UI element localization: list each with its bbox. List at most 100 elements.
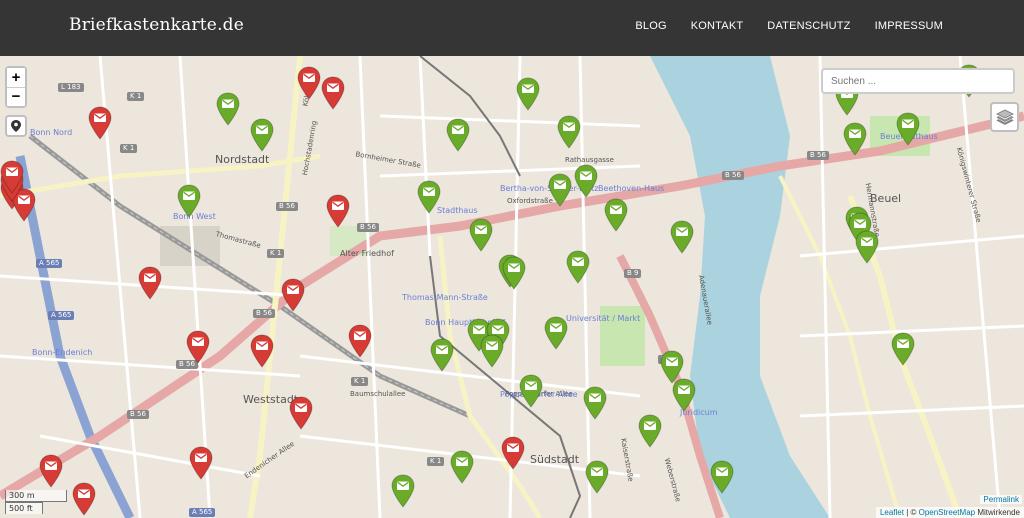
mailbox-marker-green[interactable] <box>446 118 470 152</box>
mailbox-marker-green[interactable] <box>544 316 568 350</box>
layers-button[interactable] <box>990 102 1019 132</box>
envelope-pin-icon <box>557 115 581 149</box>
leaflet-link[interactable]: Leaflet <box>880 508 904 517</box>
road-ref-label: K 1 <box>267 249 285 258</box>
poi-label: Bonn Nord <box>30 128 73 137</box>
envelope-pin-icon <box>189 446 213 480</box>
locate-button[interactable] <box>5 115 27 137</box>
mailbox-marker-green[interactable] <box>585 460 609 494</box>
scale-metric: 300 m <box>5 490 67 502</box>
mailbox-marker-green[interactable] <box>638 414 662 448</box>
envelope-pin-icon <box>72 482 96 516</box>
mailbox-marker-red[interactable] <box>348 324 372 358</box>
envelope-pin-icon <box>566 250 590 284</box>
envelope-pin-icon <box>326 194 350 228</box>
mailbox-marker-green[interactable] <box>469 218 493 252</box>
envelope-pin-icon <box>843 122 867 156</box>
envelope-pin-icon <box>469 218 493 252</box>
mailbox-marker-green[interactable] <box>566 250 590 284</box>
permalink-link[interactable]: Permalink <box>980 495 1022 504</box>
mailbox-marker-green[interactable] <box>891 332 915 366</box>
envelope-pin-icon <box>450 450 474 484</box>
road-ref-label: B 9 <box>624 269 642 278</box>
nav-impressum[interactable]: IMPRESSUM <box>875 20 943 32</box>
mailbox-marker-red[interactable] <box>289 396 313 430</box>
road-ref-label: K 1 <box>120 144 138 153</box>
mailbox-marker-green[interactable] <box>604 198 628 232</box>
mailbox-marker-red[interactable] <box>186 330 210 364</box>
envelope-pin-icon <box>710 460 734 494</box>
search-input[interactable] <box>821 68 1015 94</box>
nav-kontakt[interactable]: KONTAKT <box>691 20 744 32</box>
mailbox-marker-green[interactable] <box>843 122 867 156</box>
mailbox-marker-green[interactable] <box>250 118 274 152</box>
road-ref-label: K 1 <box>427 457 445 466</box>
map-canvas[interactable]: Nordstadt Weststadt Südstadt Beuel Oxfor… <box>0 56 1024 518</box>
envelope-pin-icon <box>216 92 240 126</box>
envelope-pin-icon <box>446 118 470 152</box>
mailbox-marker-green[interactable] <box>391 474 415 508</box>
mailbox-marker-red[interactable] <box>326 194 350 228</box>
mailbox-marker-green[interactable] <box>670 220 694 254</box>
envelope-pin-icon <box>660 350 684 384</box>
mailbox-marker-green[interactable] <box>710 460 734 494</box>
envelope-pin-icon <box>519 374 543 408</box>
envelope-pin-icon <box>88 106 112 140</box>
envelope-pin-icon <box>585 460 609 494</box>
mailbox-marker-green[interactable] <box>548 173 572 207</box>
zoom-out-button[interactable]: − <box>7 87 25 106</box>
envelope-pin-icon <box>480 334 504 368</box>
mailbox-marker-red[interactable] <box>88 106 112 140</box>
mailbox-marker-red[interactable] <box>189 446 213 480</box>
envelope-pin-icon <box>391 474 415 508</box>
attribution-suffix: Mitwirkende <box>975 508 1020 517</box>
mailbox-marker-green[interactable] <box>574 164 598 198</box>
road-ref-label: B 56 <box>807 151 829 160</box>
envelope-pin-icon <box>516 77 540 111</box>
road-ref-label: K 1 <box>127 92 145 101</box>
mailbox-marker-green[interactable] <box>417 180 441 214</box>
mailbox-marker-green[interactable] <box>177 184 201 218</box>
envelope-pin-icon <box>250 334 274 368</box>
mailbox-marker-green[interactable] <box>480 334 504 368</box>
nav-datenschutz[interactable]: DATENSCHUTZ <box>767 20 850 32</box>
mailbox-marker-green[interactable] <box>583 386 607 420</box>
district-label: Südstadt <box>530 453 580 466</box>
mailbox-marker-green[interactable] <box>660 350 684 384</box>
mailbox-marker-red[interactable] <box>138 266 162 300</box>
mailbox-marker-red[interactable] <box>0 160 24 194</box>
poi-label: Universität / Markt <box>566 314 641 323</box>
envelope-pin-icon <box>583 386 607 420</box>
osm-link[interactable]: OpenStreetMap <box>919 508 975 517</box>
street-label: Baumschulallee <box>350 390 406 398</box>
mailbox-marker-red[interactable] <box>281 278 305 312</box>
mailbox-marker-green[interactable] <box>502 256 526 290</box>
mailbox-marker-green[interactable] <box>216 92 240 126</box>
envelope-pin-icon <box>430 338 454 372</box>
poi-label: Stadthaus <box>437 206 478 215</box>
mailbox-marker-green[interactable] <box>516 77 540 111</box>
mailbox-marker-green[interactable] <box>519 374 543 408</box>
brand-logo-link[interactable]: Briefkastenkarte.de <box>69 15 244 35</box>
top-navbar: Briefkastenkarte.de BLOG KONTAKT DATENSC… <box>0 0 1024 56</box>
mailbox-marker-red[interactable] <box>250 334 274 368</box>
mailbox-marker-green[interactable] <box>557 115 581 149</box>
envelope-pin-icon <box>281 278 305 312</box>
poi-label: Thomas-Mann-Straße <box>402 293 488 302</box>
location-pin-icon <box>11 120 21 132</box>
mailbox-marker-red[interactable] <box>297 66 321 100</box>
nav-blog[interactable]: BLOG <box>635 20 666 32</box>
street-label: Alter Friedhof <box>340 249 394 258</box>
layers-icon <box>995 109 1014 125</box>
zoom-in-button[interactable]: + <box>7 68 25 87</box>
mailbox-marker-red[interactable] <box>72 482 96 516</box>
mailbox-marker-green[interactable] <box>450 450 474 484</box>
envelope-pin-icon <box>177 184 201 218</box>
mailbox-marker-green[interactable] <box>855 230 879 264</box>
mailbox-marker-green[interactable] <box>896 112 920 146</box>
mailbox-marker-green[interactable] <box>430 338 454 372</box>
mailbox-marker-red[interactable] <box>321 76 345 110</box>
envelope-pin-icon <box>297 66 321 100</box>
mailbox-marker-red[interactable] <box>39 454 63 488</box>
mailbox-marker-red[interactable] <box>501 436 525 470</box>
